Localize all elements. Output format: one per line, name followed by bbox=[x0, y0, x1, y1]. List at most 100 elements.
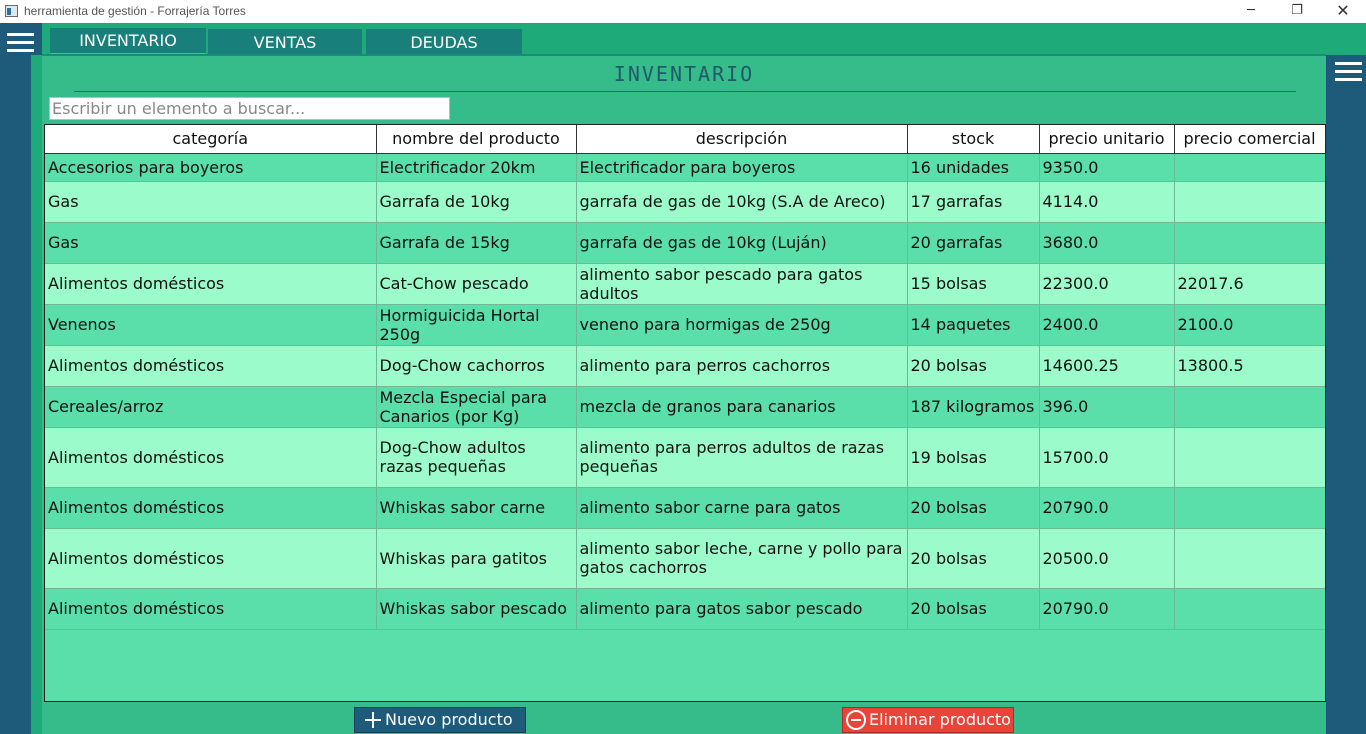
cell-commercial-price[interactable] bbox=[1174, 153, 1325, 182]
table-row[interactable]: Gas Garrafa de 10kg garrafa de gas de 10… bbox=[45, 181, 1325, 223]
cell-description[interactable]: alimento sabor leche, carne y pollo para… bbox=[576, 528, 908, 589]
left-sidebar bbox=[0, 23, 42, 734]
column-header-unit-price[interactable]: precio unitario bbox=[1039, 125, 1175, 154]
table-row[interactable]: Accesorios para boyeros Electrificador 2… bbox=[45, 153, 1325, 182]
inventory-table[interactable]: categoría nombre del producto descripció… bbox=[44, 124, 1326, 702]
cell-unit-price[interactable]: 22300.0 bbox=[1039, 263, 1175, 305]
close-button[interactable]: ✕ bbox=[1320, 0, 1366, 23]
cell-product-name[interactable]: Garrafa de 10kg bbox=[376, 181, 577, 223]
cell-stock[interactable]: 20 bolsas bbox=[907, 588, 1040, 630]
cell-category[interactable]: Cereales/arroz bbox=[45, 386, 377, 428]
minus-circle-icon bbox=[846, 710, 866, 730]
delete-product-button[interactable]: Eliminar producto bbox=[842, 707, 1014, 733]
cell-description[interactable]: Electrificador para boyeros bbox=[576, 153, 908, 182]
cell-description[interactable]: veneno para hormigas de 250g bbox=[576, 304, 908, 346]
tab-ventas[interactable]: VENTAS bbox=[208, 29, 362, 54]
cell-product-name[interactable]: Whiskas para gatitos bbox=[376, 528, 577, 589]
cell-stock[interactable]: 14 paquetes bbox=[907, 304, 1040, 346]
table-row[interactable]: Alimentos domésticos Dog-Chow adultos ra… bbox=[45, 427, 1325, 488]
cell-stock[interactable]: 20 bolsas bbox=[907, 528, 1040, 589]
cell-category[interactable]: Alimentos domésticos bbox=[45, 345, 377, 387]
cell-commercial-price[interactable]: 2100.0 bbox=[1174, 304, 1325, 346]
cell-category[interactable]: Gas bbox=[45, 181, 377, 223]
cell-category[interactable]: Alimentos domésticos bbox=[45, 487, 377, 529]
cell-commercial-price[interactable] bbox=[1174, 588, 1325, 630]
cell-description[interactable]: alimento sabor carne para gatos bbox=[576, 487, 908, 529]
table-row[interactable]: Alimentos domésticos Whiskas sabor carne… bbox=[45, 487, 1325, 529]
app-icon bbox=[5, 5, 18, 17]
cell-product-name[interactable]: Electrificador 20km bbox=[376, 153, 577, 182]
cell-category[interactable]: Gas bbox=[45, 222, 377, 264]
column-header-commercial-price[interactable]: precio comercial bbox=[1174, 125, 1325, 154]
cell-unit-price[interactable]: 3680.0 bbox=[1039, 222, 1175, 264]
left-menu-icon[interactable] bbox=[7, 33, 34, 53]
cell-unit-price[interactable]: 15700.0 bbox=[1039, 427, 1175, 488]
table-row[interactable]: Cereales/arroz Mezcla Especial para Cana… bbox=[45, 386, 1325, 428]
tab-inventario[interactable]: INVENTARIO bbox=[50, 28, 206, 55]
cell-description[interactable]: garrafa de gas de 10kg (S.A de Areco) bbox=[576, 181, 908, 223]
tab-deudas[interactable]: DEUDAS bbox=[366, 29, 522, 54]
cell-stock[interactable]: 15 bolsas bbox=[907, 263, 1040, 305]
cell-unit-price[interactable]: 9350.0 bbox=[1039, 153, 1175, 182]
new-product-button[interactable]: Nuevo producto bbox=[354, 707, 526, 733]
column-header-category[interactable]: categoría bbox=[45, 125, 377, 154]
cell-category[interactable]: Alimentos domésticos bbox=[45, 263, 377, 305]
cell-stock[interactable]: 20 bolsas bbox=[907, 487, 1040, 529]
cell-category[interactable]: Alimentos domésticos bbox=[45, 588, 377, 630]
cell-unit-price[interactable]: 2400.0 bbox=[1039, 304, 1175, 346]
column-header-description[interactable]: descripción bbox=[576, 125, 908, 154]
cell-stock[interactable]: 17 garrafas bbox=[907, 181, 1040, 223]
right-menu-icon[interactable] bbox=[1335, 62, 1362, 82]
minimize-button[interactable]: ─ bbox=[1228, 0, 1274, 23]
cell-commercial-price[interactable] bbox=[1174, 427, 1325, 488]
cell-description[interactable]: mezcla de granos para canarios bbox=[576, 386, 908, 428]
cell-unit-price[interactable]: 396.0 bbox=[1039, 386, 1175, 428]
cell-product-name[interactable]: Whiskas sabor carne bbox=[376, 487, 577, 529]
table-row[interactable]: Venenos Hormiguicida Hortal 250g veneno … bbox=[45, 304, 1325, 346]
cell-unit-price[interactable]: 4114.0 bbox=[1039, 181, 1175, 223]
maximize-button[interactable]: ❐ bbox=[1274, 0, 1320, 23]
cell-unit-price[interactable]: 14600.25 bbox=[1039, 345, 1175, 387]
table-row[interactable]: Alimentos domésticos Whiskas para gatito… bbox=[45, 528, 1325, 589]
search-input[interactable] bbox=[49, 97, 450, 120]
cell-unit-price[interactable]: 20790.0 bbox=[1039, 588, 1175, 630]
cell-commercial-price[interactable] bbox=[1174, 487, 1325, 529]
cell-unit-price[interactable]: 20500.0 bbox=[1039, 528, 1175, 589]
cell-product-name[interactable]: Dog-Chow cachorros bbox=[376, 345, 577, 387]
cell-description[interactable]: alimento para perros cachorros bbox=[576, 345, 908, 387]
cell-commercial-price[interactable] bbox=[1174, 222, 1325, 264]
cell-product-name[interactable]: Cat-Chow pescado bbox=[376, 263, 577, 305]
cell-stock[interactable]: 20 garrafas bbox=[907, 222, 1040, 264]
cell-category[interactable]: Alimentos domésticos bbox=[45, 427, 377, 488]
table-header-row: categoría nombre del producto descripció… bbox=[45, 125, 1325, 154]
cell-description[interactable]: alimento sabor pescado para gatos adulto… bbox=[576, 263, 908, 305]
table-row[interactable]: Alimentos domésticos Whiskas sabor pesca… bbox=[45, 588, 1325, 630]
cell-stock[interactable]: 187 kilogramos bbox=[907, 386, 1040, 428]
column-header-stock[interactable]: stock bbox=[907, 125, 1040, 154]
cell-commercial-price[interactable] bbox=[1174, 181, 1325, 223]
cell-description[interactable]: alimento para perros adultos de razas pe… bbox=[576, 427, 908, 488]
cell-description[interactable]: garrafa de gas de 10kg (Luján) bbox=[576, 222, 908, 264]
cell-stock[interactable]: 19 bolsas bbox=[907, 427, 1040, 488]
cell-category[interactable]: Accesorios para boyeros bbox=[45, 153, 377, 182]
cell-product-name[interactable]: Garrafa de 15kg bbox=[376, 222, 577, 264]
column-header-product-name[interactable]: nombre del producto bbox=[376, 125, 577, 154]
cell-product-name[interactable]: Dog-Chow adultos razas pequeñas bbox=[376, 427, 577, 488]
cell-description[interactable]: alimento para gatos sabor pescado bbox=[576, 588, 908, 630]
cell-commercial-price[interactable]: 13800.5 bbox=[1174, 345, 1325, 387]
cell-commercial-price[interactable] bbox=[1174, 386, 1325, 428]
cell-unit-price[interactable]: 20790.0 bbox=[1039, 487, 1175, 529]
cell-category[interactable]: Alimentos domésticos bbox=[45, 528, 377, 589]
cell-product-name[interactable]: Whiskas sabor pescado bbox=[376, 588, 577, 630]
cell-commercial-price[interactable] bbox=[1174, 528, 1325, 589]
table-row[interactable]: Alimentos domésticos Dog-Chow cachorros … bbox=[45, 345, 1325, 387]
cell-stock[interactable]: 16 unidades bbox=[907, 153, 1040, 182]
cell-product-name[interactable]: Hormiguicida Hortal 250g bbox=[376, 304, 577, 346]
cell-commercial-price[interactable]: 22017.6 bbox=[1174, 263, 1325, 305]
cell-product-name[interactable]: Mezcla Especial para Canarios (por Kg) bbox=[376, 386, 577, 428]
right-sidebar bbox=[1326, 55, 1366, 734]
table-row[interactable]: Gas Garrafa de 15kg garrafa de gas de 10… bbox=[45, 222, 1325, 264]
table-row[interactable]: Alimentos domésticos Cat-Chow pescado al… bbox=[45, 263, 1325, 305]
cell-stock[interactable]: 20 bolsas bbox=[907, 345, 1040, 387]
cell-category[interactable]: Venenos bbox=[45, 304, 377, 346]
